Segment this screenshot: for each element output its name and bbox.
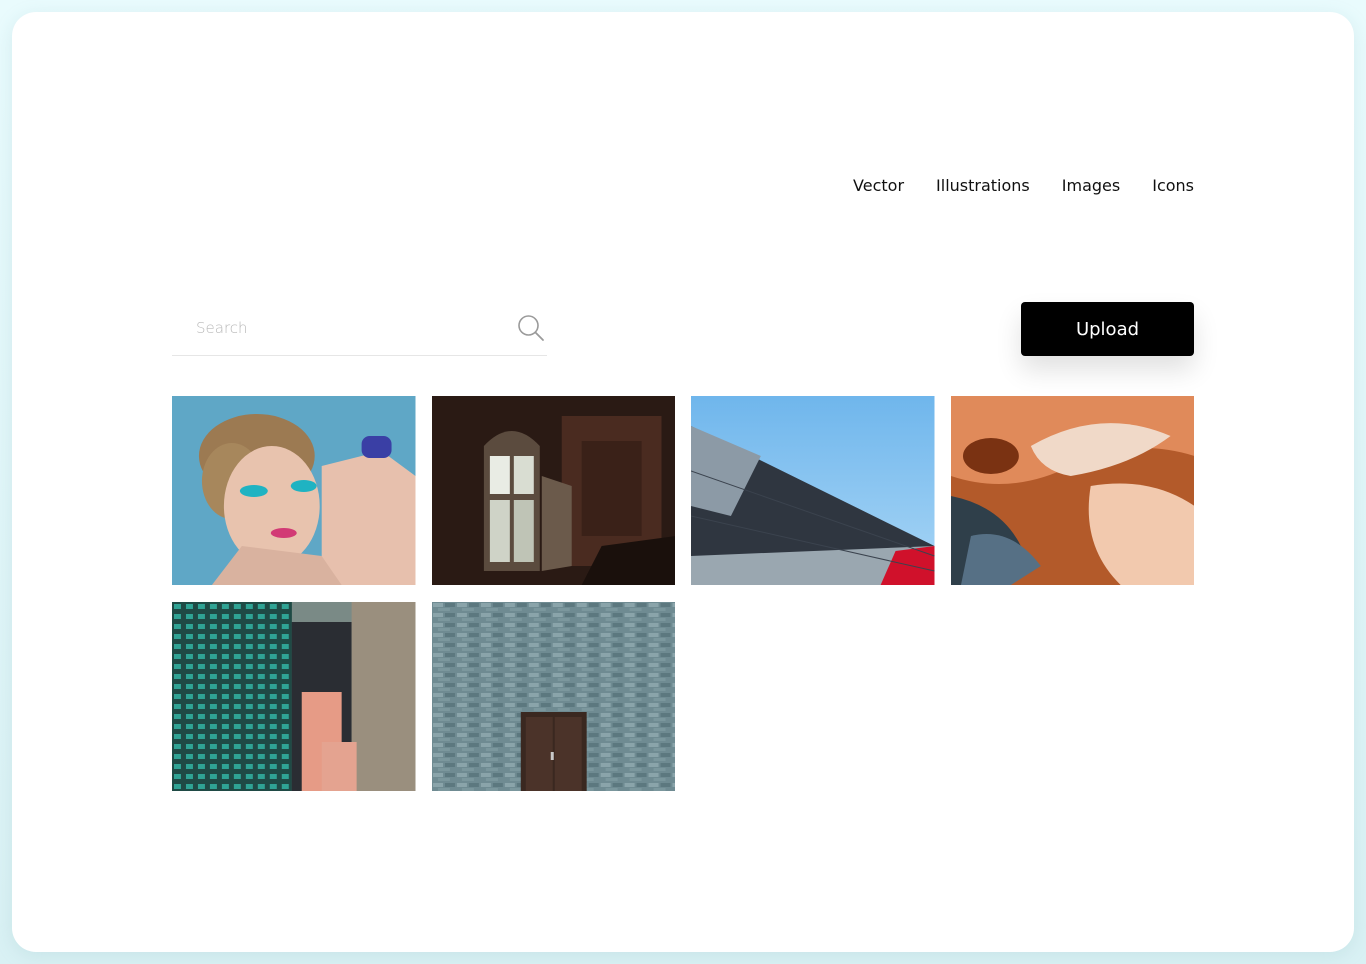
upload-button[interactable]: Upload [1021,302,1194,356]
nav-item-illustrations[interactable]: Illustrations [936,176,1030,196]
search-icon[interactable] [517,314,545,342]
nav-item-icons[interactable]: Icons [1152,176,1194,196]
top-nav: Vector Illustrations Images Icons [853,176,1194,196]
dark-room-window-image[interactable] [431,396,675,585]
search-bar [172,302,547,356]
image-gallery [172,396,1194,791]
building-roof-sky-image[interactable] [691,396,935,585]
makeup-portrait-image[interactable] [172,396,416,585]
nav-item-vector[interactable]: Vector [853,176,904,196]
main-card: Vector Illustrations Images Icons Upload [12,12,1354,952]
aerial-abstract-landscape-image[interactable] [950,396,1194,585]
stone-wall-door-image[interactable] [431,602,675,791]
nav-item-images[interactable]: Images [1062,176,1120,196]
city-apartment-buildings-image[interactable] [172,602,416,791]
search-input[interactable] [172,302,502,354]
